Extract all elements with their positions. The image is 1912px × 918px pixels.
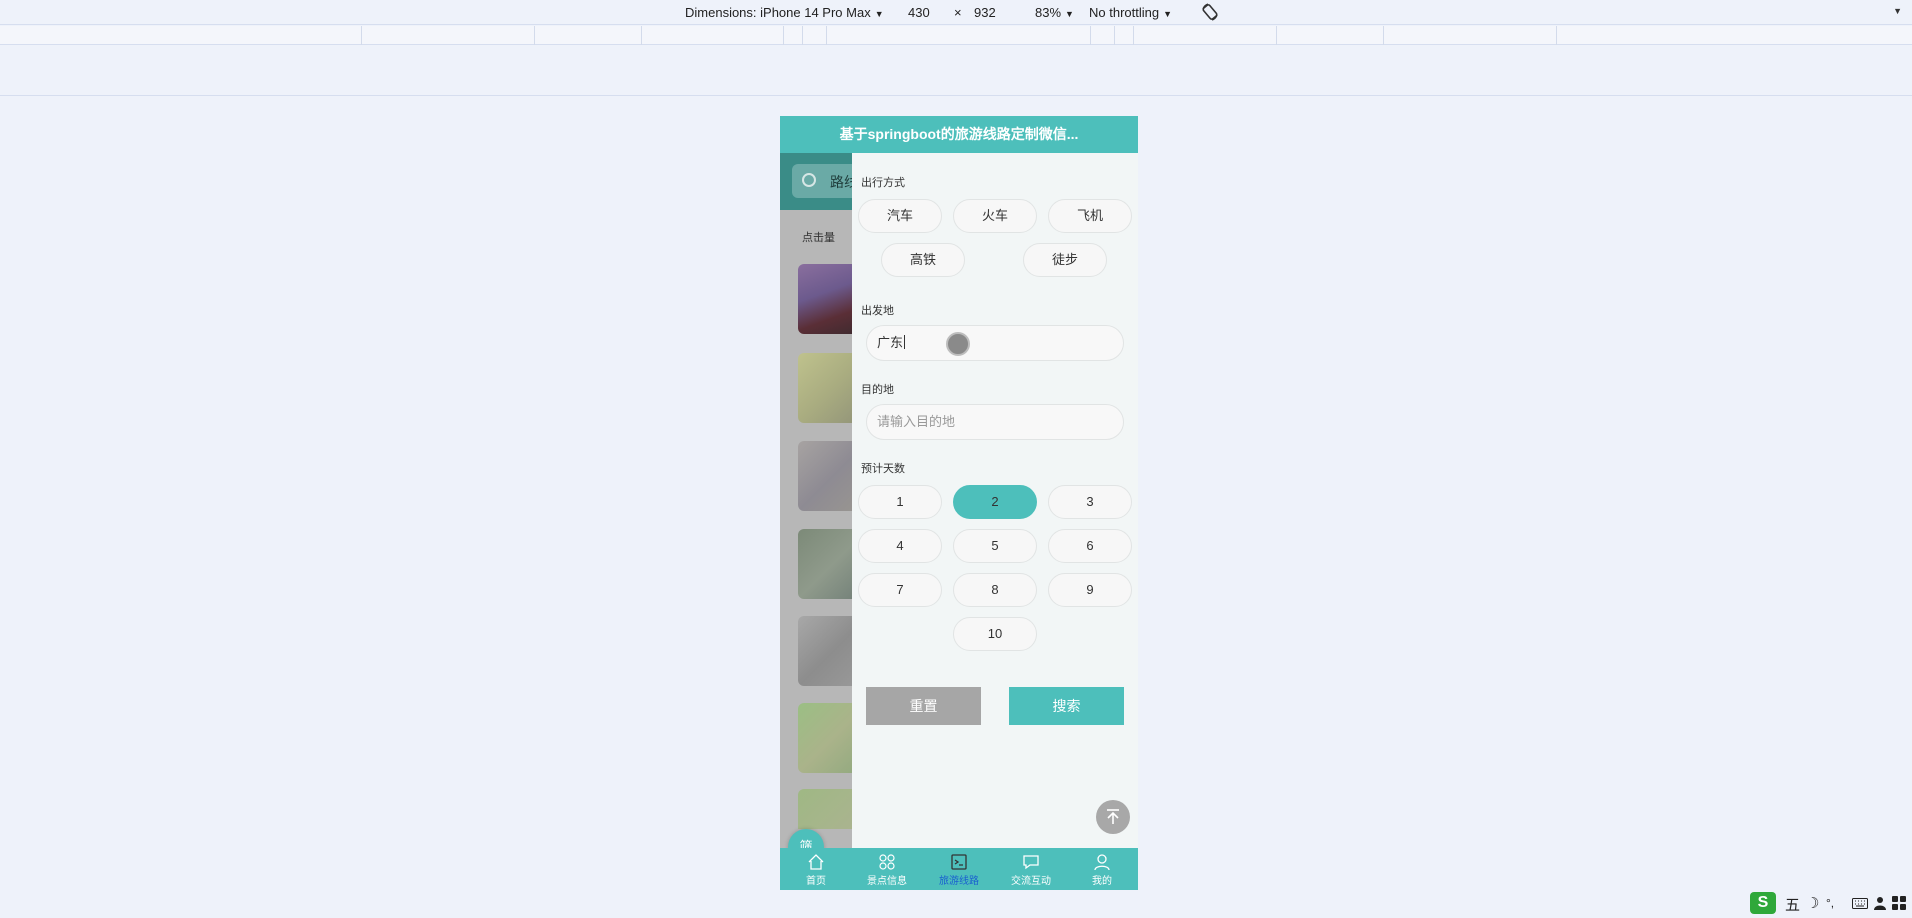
day-chip[interactable]: 7 (858, 573, 942, 607)
arrow-up-icon (1107, 809, 1119, 824)
tab-community[interactable]: 交流互动 (995, 848, 1067, 890)
times-symbol: × (954, 5, 962, 20)
ime-toolbar: S 五 ☽ °, (1750, 892, 1912, 916)
device-dimensions-label: Dimensions: iPhone 14 Pro Max (685, 5, 871, 20)
zoom-caret-icon: ▼ (1065, 9, 1074, 19)
travel-mode-chip[interactable]: 高铁 (881, 243, 965, 277)
departure-title: 出发地 (861, 305, 894, 317)
destination-input[interactable]: 请输入目的地 (866, 404, 1124, 440)
days-title: 预计天数 (861, 463, 905, 475)
keyboard-icon[interactable] (1852, 898, 1868, 909)
travel-mode-chip[interactable]: 火车 (953, 199, 1037, 233)
touch-cursor-indicator (946, 332, 970, 356)
viewport-height-input[interactable]: 932 (974, 5, 996, 20)
day-chip[interactable]: 8 (953, 573, 1037, 607)
day-chip[interactable]: 3 (1048, 485, 1132, 519)
day-chip[interactable]: 5 (953, 529, 1037, 563)
tab-attractions-label: 景点信息 (867, 876, 907, 887)
destination-title: 目的地 (861, 384, 894, 396)
user-icon[interactable] (1874, 896, 1886, 910)
apps-grid-icon[interactable] (1892, 896, 1906, 910)
page-title: 基于springboot的旅游线路定制微信... (780, 116, 1138, 153)
day-chip[interactable]: 4 (858, 529, 942, 563)
devtools-toolbar: Dimensions: iPhone 14 Pro Max ▼ 430 × 932… (0, 0, 1912, 25)
grid-icon (879, 854, 895, 870)
throttling-select[interactable]: No throttling ▼ (1089, 5, 1172, 20)
rotate-icon[interactable] (1200, 2, 1220, 22)
filter-drawer: 出行方式 汽车 火车 飞机 高铁 徒步 出发地 广东 目的地 请输入目的地 预计… (852, 153, 1138, 848)
tab-community-label: 交流互动 (1011, 876, 1051, 887)
chat-icon (1023, 855, 1039, 870)
travel-mode-chip[interactable]: 汽车 (858, 199, 942, 233)
tab-home[interactable]: 首页 (780, 848, 852, 890)
tab-routes-label: 旅游线路 (939, 876, 979, 887)
device-dimensions-select[interactable]: Dimensions: iPhone 14 Pro Max ▼ (685, 5, 884, 20)
route-icon (951, 854, 967, 870)
travel-mode-title: 出行方式 (861, 177, 905, 189)
ime-mode[interactable]: 五 (1785, 894, 1800, 915)
home-icon (808, 854, 824, 870)
zoom-label: 83% (1035, 5, 1062, 20)
tab-profile[interactable]: 我的 (1066, 848, 1138, 890)
travel-mode-chip[interactable]: 飞机 (1048, 199, 1132, 233)
throttling-caret-icon: ▼ (1163, 9, 1173, 19)
moon-icon[interactable]: ☽ (1806, 894, 1819, 912)
tab-home-label: 首页 (806, 876, 826, 887)
media-query-ruler (0, 26, 1912, 45)
search-button[interactable]: 搜索 (1009, 687, 1124, 725)
day-chip[interactable]: 1 (858, 485, 942, 519)
departure-value: 广东 (877, 335, 904, 350)
reset-button[interactable]: 重置 (866, 687, 981, 725)
devtools-menu-icon[interactable]: ▼ (1893, 6, 1902, 16)
sort-by-clicks[interactable]: 点击量 (802, 229, 835, 245)
ime-punctuation[interactable]: °, (1826, 896, 1834, 910)
tab-routes[interactable]: 旅游线路 (923, 848, 995, 890)
tab-attractions[interactable]: 景点信息 (851, 848, 923, 890)
day-chip[interactable]: 9 (1048, 573, 1132, 607)
bottom-tab-bar: 首页 景点信息 旅游线路 交流互动 我的 (780, 848, 1138, 890)
zoom-select[interactable]: 83% ▼ (1035, 5, 1074, 20)
tab-profile-label: 我的 (1092, 876, 1112, 887)
day-chip-selected[interactable]: 2 (953, 485, 1037, 519)
day-chip[interactable]: 10 (953, 617, 1037, 651)
user-icon (1094, 854, 1110, 871)
departure-input[interactable]: 广东 (866, 325, 1124, 361)
throttling-label: No throttling (1089, 5, 1160, 20)
viewport-width-input[interactable]: 430 (908, 5, 930, 20)
phone-viewport: 基于springboot的旅游线路定制微信... 路线 点击量 筛 出行方式 汽… (780, 116, 1138, 890)
back-to-top-button[interactable] (1096, 800, 1130, 834)
day-chip[interactable]: 6 (1048, 529, 1132, 563)
ime-logo[interactable]: S (1750, 892, 1776, 914)
travel-mode-chip[interactable]: 徒步 (1023, 243, 1107, 277)
devtools-separator (0, 95, 1912, 96)
search-icon (802, 173, 816, 187)
dimensions-caret-icon: ▼ (874, 9, 884, 19)
